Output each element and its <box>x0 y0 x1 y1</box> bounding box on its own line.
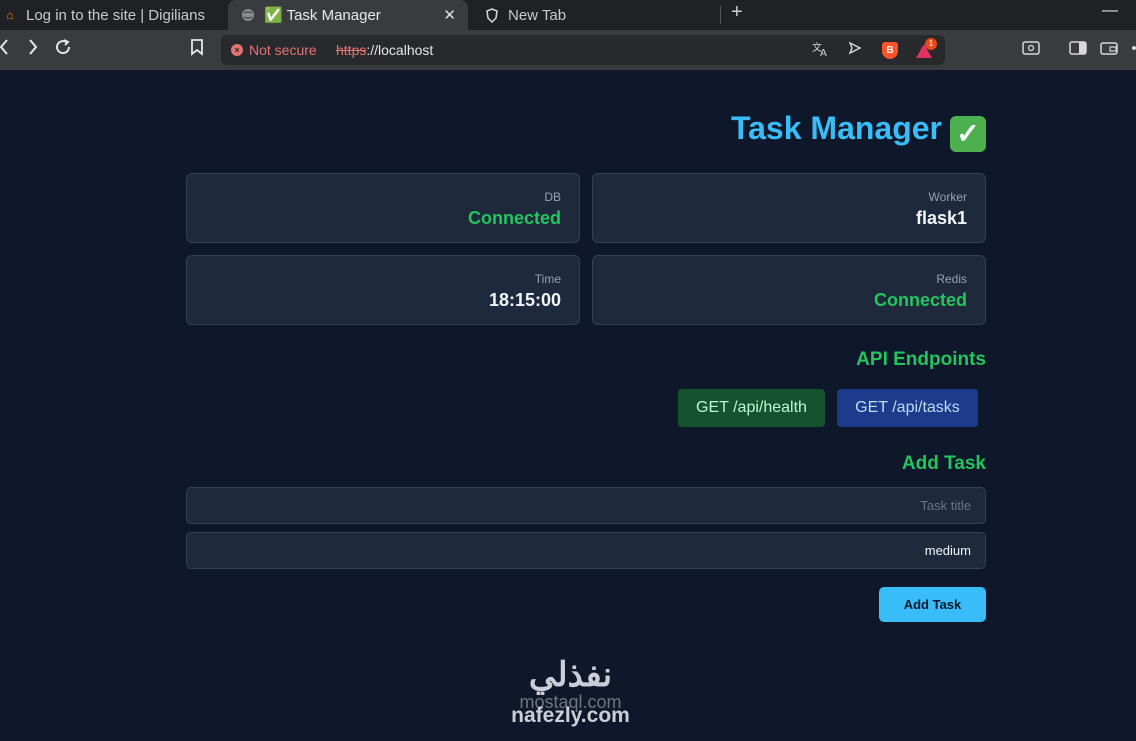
brave-shield-icon <box>484 7 500 23</box>
brave-shields-icon[interactable]: B <box>882 42 898 59</box>
url-text[interactable]: https://localhost <box>336 42 433 58</box>
add-task-heading: Add Task <box>901 453 986 474</box>
svg-text:A: A <box>820 48 827 57</box>
tab-task-manager[interactable]: ✅ Task Manager ✕ <box>228 0 468 30</box>
bookmark-icon[interactable] <box>190 38 204 61</box>
task-title-input[interactable] <box>186 487 986 524</box>
watermark: نفذلي mostaql.com nafezly.com <box>498 655 643 727</box>
sidebar-icon[interactable] <box>1069 40 1087 60</box>
status-value: 18:15:00 <box>488 290 561 310</box>
status-card-worker: Worker flask1 <box>592 173 986 243</box>
translate-icon[interactable]: 文A <box>812 41 829 60</box>
not-secure-icon: × <box>231 44 243 56</box>
status-label: Time <box>534 272 561 286</box>
status-card-redis: Redis Connected <box>592 255 986 325</box>
status-label: Redis <box>936 272 967 286</box>
wallet-icon[interactable] <box>1100 40 1118 60</box>
status-value: Connected <box>467 208 561 228</box>
send-icon[interactable] <box>848 41 862 58</box>
status-label: DB <box>544 190 561 204</box>
tab-digilians-login[interactable]: ⌂ Log in to the site | Digilians <box>0 0 228 30</box>
api-endpoints-heading: API Endpoints <box>856 349 986 370</box>
watermark-logo: نفذلي <box>528 656 613 694</box>
priority-select[interactable]: medium <box>186 532 986 569</box>
page-title: Task Manager ✓ <box>186 110 986 152</box>
moodle-icon: ⌂ <box>6 8 14 22</box>
tab-separator <box>720 6 721 24</box>
browser-toolbar: × Not secure https://localhost 文A B 1 <box>0 30 1136 70</box>
status-card-time: Time 18:15:00 <box>186 255 580 325</box>
globe-icon <box>240 7 256 23</box>
new-tab-button[interactable]: + <box>731 1 743 24</box>
rewards-badge: 1 <box>925 38 937 50</box>
get-tasks-button[interactable]: GET /api/tasks <box>837 389 978 427</box>
not-secure-label[interactable]: Not secure <box>249 42 317 58</box>
address-bar[interactable]: × Not secure https://localhost 文A B 1 <box>221 35 945 65</box>
get-health-button[interactable]: GET /api/health <box>678 389 825 427</box>
add-task-button[interactable]: Add Task <box>879 587 986 622</box>
tab-title: ✅ Task Manager <box>264 7 381 24</box>
menu-icon[interactable] <box>1128 40 1136 60</box>
page-content: Task Manager ✓ DB Connected Worker flask1… <box>0 70 1136 741</box>
close-tab-icon[interactable]: ✕ <box>443 6 456 24</box>
url-scheme: https <box>336 42 367 58</box>
minimize-window-button[interactable]: — <box>1102 2 1118 20</box>
status-card-db: DB Connected <box>186 173 580 243</box>
tab-title: New Tab <box>508 6 567 24</box>
watermark-line-2: nafezly.com <box>511 704 630 727</box>
tab-search-icon[interactable] <box>1022 40 1040 60</box>
status-value: flask1 <box>915 208 967 228</box>
forward-icon[interactable] <box>27 38 39 61</box>
back-icon[interactable] <box>0 38 10 61</box>
reload-icon[interactable] <box>54 38 72 61</box>
status-label: Worker <box>928 190 967 204</box>
page-title-text: Task Manager <box>730 110 942 146</box>
status-value: Connected <box>873 290 967 310</box>
url-host: ://localhost <box>366 42 434 58</box>
tab-strip: ⌂ Log in to the site | Digilians ✅ Task … <box>0 0 1136 30</box>
tab-new-tab[interactable]: New Tab <box>468 0 718 30</box>
check-mark-icon: ✓ <box>950 116 986 152</box>
tab-title: Log in to the site | Digilians <box>26 6 205 24</box>
